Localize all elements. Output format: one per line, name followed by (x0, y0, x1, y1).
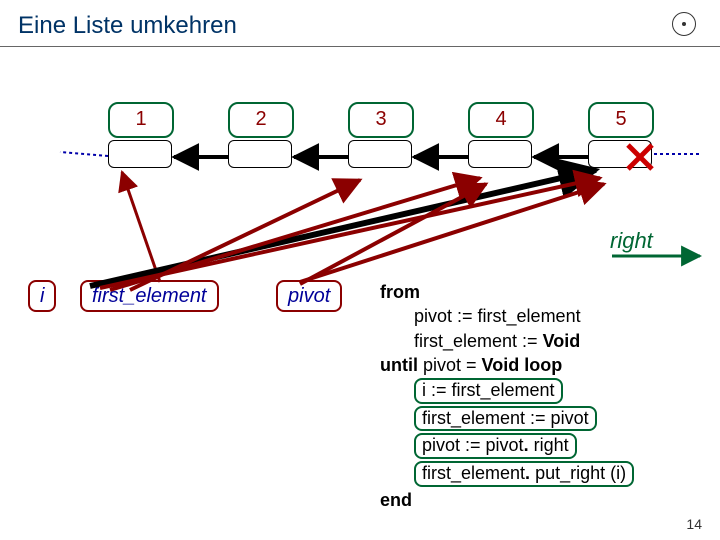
arrows-svg (0, 50, 720, 540)
slide-title: Eine Liste umkehren (0, 0, 720, 47)
logo-icon (672, 12, 696, 36)
